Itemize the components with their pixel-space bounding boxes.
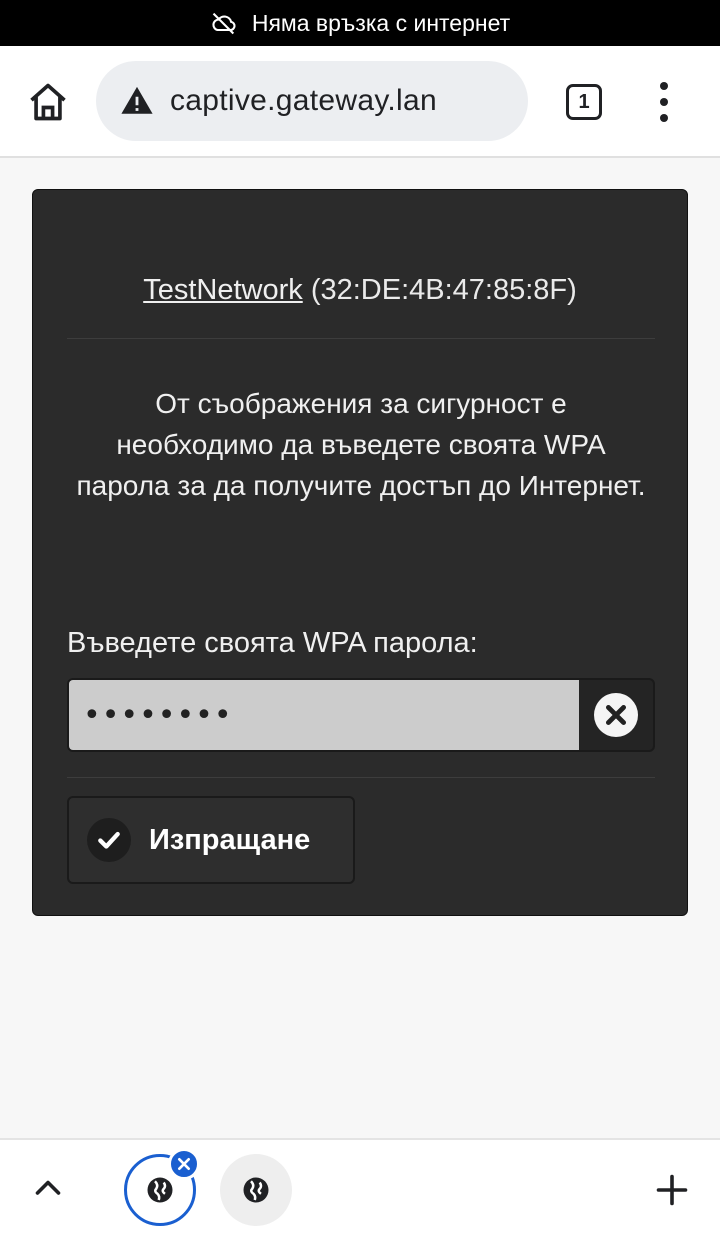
- close-tab-button[interactable]: [168, 1148, 200, 1180]
- wpa-login-card: TestNetwork (32:DE:4B:47:85:8F) От съобр…: [32, 189, 688, 916]
- security-message: От съображения за сигурност е необходимо…: [76, 388, 646, 501]
- warning-icon[interactable]: [120, 84, 154, 118]
- browser-toolbar: captive.gateway.lan 1: [0, 46, 720, 158]
- tab-switcher-button[interactable]: 1: [566, 84, 602, 120]
- clear-password-button[interactable]: [579, 680, 653, 750]
- address-bar[interactable]: captive.gateway.lan: [96, 61, 528, 141]
- bottom-tab-strip: [0, 1138, 720, 1235]
- system-status-bar: Няма връзка с интернет: [0, 0, 720, 46]
- tab-thumbnail[interactable]: [220, 1154, 292, 1226]
- submit-button[interactable]: Изпращане: [67, 796, 355, 884]
- home-icon[interactable]: [26, 80, 70, 124]
- password-label: Въведете своята WPA парола:: [67, 627, 478, 659]
- url-text: captive.gateway.lan: [170, 84, 437, 117]
- divider: [67, 777, 655, 778]
- password-input[interactable]: ••••••••: [69, 680, 579, 750]
- cloud-off-icon: [212, 12, 236, 35]
- divider: [67, 338, 655, 339]
- network-title: TestNetwork (32:DE:4B:47:85:8F): [33, 274, 687, 307]
- add-tab-icon[interactable]: [654, 1172, 690, 1208]
- globe-icon: [243, 1177, 269, 1203]
- submit-label: Изпращане: [149, 823, 311, 856]
- more-vert-icon[interactable]: [650, 82, 678, 122]
- network-ssid-link[interactable]: TestNetwork: [143, 274, 303, 306]
- check-icon: [98, 831, 120, 849]
- globe-icon: [147, 1177, 173, 1203]
- close-icon: [605, 704, 627, 726]
- close-icon: [178, 1158, 190, 1170]
- tab-count: 1: [578, 90, 590, 113]
- connection-status-text: Няма връзка с интернет: [251, 9, 511, 36]
- password-field-group: ••••••••: [67, 678, 655, 752]
- network-bssid: (32:DE:4B:47:85:8F): [310, 274, 577, 306]
- chevron-up-icon[interactable]: [30, 1172, 66, 1202]
